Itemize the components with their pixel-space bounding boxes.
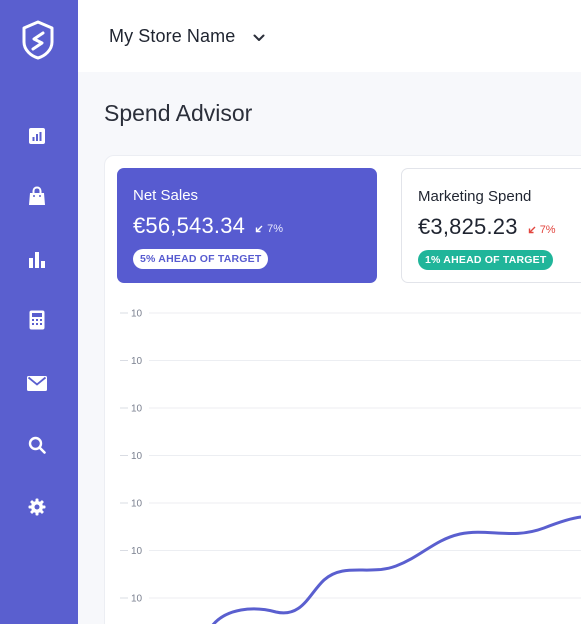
arrow-down-left-icon [255, 225, 263, 233]
chart-y-tick-label: 10 [131, 309, 143, 320]
sidebar-item-shop[interactable] [22, 181, 52, 211]
spend-line-chart: 10 10 10 10 10 10 10 [120, 309, 581, 624]
sidebar-item-calculator[interactable] [22, 305, 52, 335]
chevron-down-icon [253, 29, 265, 47]
sidebar-item-mail[interactable] [22, 368, 52, 398]
sidebar-item-settings[interactable] [22, 492, 52, 522]
chart-series-line [211, 515, 581, 624]
net-sales-change: 7% [255, 223, 283, 235]
chart-y-tick-label: 10 [131, 404, 143, 415]
report-icon [28, 127, 46, 145]
chart-y-tick-label: 10 [131, 594, 143, 605]
sidebar-item-search[interactable] [22, 430, 52, 460]
chart-y-tick-label: 10 [131, 356, 143, 367]
store-name: My Store Name [109, 25, 236, 46]
net-sales-value: €56,543.34 [133, 213, 246, 238]
gear-icon [28, 498, 46, 516]
net-sales-change-value: 7% [267, 223, 284, 235]
store-selector[interactable]: My Store Name [109, 22, 265, 50]
chart-y-tick-label: 10 [131, 451, 143, 462]
sidebar-item-reports[interactable] [22, 121, 52, 151]
brand-logo-icon[interactable] [21, 20, 55, 60]
marketing-spend-value: €3,825.23 [418, 214, 518, 239]
marketing-spend-target-badge: 1% AHEAD OF TARGET [418, 250, 554, 270]
marketing-spend-label: Marketing Spend [418, 188, 532, 205]
chart-y-tick-label: 10 [131, 546, 143, 557]
marketing-spend-change-value: 7% [539, 224, 556, 236]
net-sales-target-badge: 5% AHEAD OF TARGET [133, 249, 269, 269]
mail-icon [27, 375, 47, 391]
arrow-down-left-icon [528, 226, 536, 234]
net-sales-card[interactable]: Net Sales €56,543.34 7% 5% AHEAD OF TARG… [117, 168, 377, 283]
net-sales-label: Net Sales [133, 187, 199, 204]
shopping-bag-icon [28, 186, 46, 206]
search-icon [28, 436, 46, 454]
marketing-spend-card[interactable]: Marketing Spend €3,825.23 7% 1% AHEAD OF… [401, 168, 581, 283]
sidebar-item-analytics[interactable] [22, 244, 52, 274]
bar-chart-icon [29, 250, 45, 268]
calculator-icon [29, 310, 45, 330]
page-title: Spend Advisor [104, 100, 253, 126]
top-bar: My Store Name [78, 0, 581, 72]
sidebar [0, 0, 78, 624]
marketing-spend-change: 7% [528, 224, 556, 236]
chart-y-tick-label: 10 [131, 499, 143, 510]
